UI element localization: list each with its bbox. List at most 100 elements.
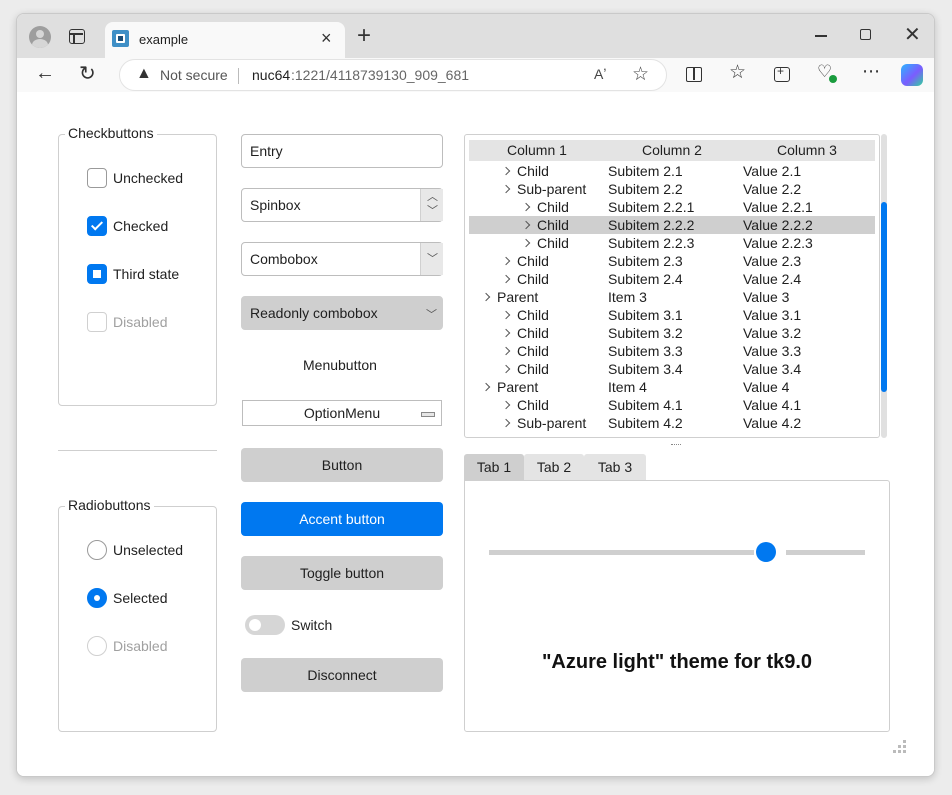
table-row[interactable]: Child Subitem 3.4 Value 3.4 — [469, 360, 875, 378]
spinbox-arrows[interactable]: ︿ ﹀ — [420, 189, 443, 221]
entry-field[interactable]: Entry — [241, 134, 443, 168]
back-icon[interactable]: ← — [35, 62, 55, 85]
tree-cell-column-1: Parent — [497, 289, 539, 305]
optionmenu[interactable]: OptionMenu — [242, 400, 442, 426]
favorite-star-icon[interactable]: ☆ — [632, 63, 649, 86]
favorites-icon[interactable]: ☆ — [729, 61, 746, 84]
collections-icon[interactable]: + — [774, 64, 790, 82]
checkbox-checked-label[interactable]: Checked — [113, 218, 168, 234]
close-button[interactable]: ✕ — [904, 22, 921, 47]
tree-cell-column-1: Child — [517, 307, 549, 323]
treeview-header: Column 1 Column 2 Column 3 — [469, 140, 875, 161]
url-path[interactable]: :1221/4118739130_909_681 — [291, 67, 469, 83]
chevron-right-icon[interactable] — [501, 418, 511, 428]
button[interactable]: Button — [241, 448, 443, 482]
radio-selected[interactable] — [87, 588, 107, 608]
table-row[interactable]: Child Subitem 4.1 Value 4.1 — [469, 396, 875, 414]
refresh-icon[interactable]: ↻ — [79, 61, 96, 86]
accent-button[interactable]: Accent button — [241, 502, 443, 536]
chevron-right-icon[interactable] — [501, 400, 511, 410]
checkbox-unchecked[interactable] — [87, 168, 107, 188]
chevron-right-icon[interactable] — [501, 346, 511, 356]
tab-2[interactable]: Tab 2 — [524, 454, 584, 480]
chevron-right-icon[interactable] — [501, 274, 511, 284]
maximize-button[interactable] — [860, 29, 871, 40]
tree-cell-column-3: Value 2.2 — [743, 181, 802, 197]
table-row[interactable]: Child Subitem 3.2 Value 3.2 — [469, 324, 875, 342]
table-row[interactable]: Child Subitem 2.2.2 Value 2.2.2 — [469, 216, 875, 234]
switch-toggle[interactable] — [245, 615, 285, 635]
table-row[interactable]: Child Subitem 3.3 Value 3.3 — [469, 342, 875, 360]
table-row[interactable]: Child Subitem 2.1 Value 2.1 — [469, 162, 875, 180]
tree-cell-column-2: Subitem 4.1 — [608, 397, 683, 413]
combobox-field[interactable]: Combobox ﹀ — [241, 242, 443, 276]
checkbox-third-state[interactable] — [87, 264, 107, 284]
table-row[interactable]: Sub-parent Subitem 4.2 Value 4.2 — [469, 414, 875, 432]
notebook-panel: "Azure light" theme for tk9.0 — [464, 480, 890, 732]
chevron-right-icon[interactable] — [501, 256, 511, 266]
tab-title: example — [139, 32, 189, 47]
tab-close-icon[interactable]: × — [321, 28, 332, 49]
chevron-right-icon[interactable] — [501, 166, 511, 176]
table-row[interactable]: Child Subitem 2.2.1 Value 2.2.1 — [469, 198, 875, 216]
paned-sash[interactable] — [671, 444, 681, 446]
address-bar[interactable]: ▲ Not secure nuc64 :1221/4118739130_909_… — [119, 59, 667, 91]
more-icon[interactable]: ⋯ — [862, 61, 880, 82]
combobox-arrow[interactable]: ﹀ — [420, 243, 443, 275]
chevron-right-icon[interactable] — [501, 184, 511, 194]
readonly-combobox[interactable]: Readonly combobox ﹀ — [241, 296, 443, 330]
minimize-button[interactable] — [815, 35, 827, 37]
treeview-scrollbar[interactable] — [881, 134, 887, 438]
toggle-button[interactable]: Toggle button — [241, 556, 443, 590]
slider[interactable] — [489, 541, 865, 565]
table-row[interactable]: Parent Item 3 Value 3 — [469, 288, 875, 306]
new-tab-button[interactable]: + — [357, 22, 371, 50]
chevron-right-icon[interactable] — [521, 202, 531, 212]
column-3-header[interactable]: Column 3 — [777, 142, 837, 158]
read-aloud-icon[interactable]: Aʼ — [594, 66, 606, 82]
tree-cell-column-1: Child — [537, 235, 569, 251]
radio-unselected[interactable] — [87, 540, 107, 560]
chevron-down-icon[interactable]: ﹀ — [427, 202, 438, 218]
separator — [58, 450, 217, 451]
table-row[interactable]: Child Subitem 2.3 Value 2.3 — [469, 252, 875, 270]
radio-selected-label[interactable]: Selected — [113, 590, 167, 606]
table-row[interactable]: Child Subitem 2.4 Value 2.4 — [469, 270, 875, 288]
checkbox-third-state-label[interactable]: Third state — [113, 266, 179, 282]
tab-3[interactable]: Tab 3 — [584, 454, 646, 480]
warning-icon[interactable]: ▲ — [136, 65, 152, 83]
browser-tab[interactable]: example × — [105, 22, 345, 58]
checkbox-unchecked-label[interactable]: Unchecked — [113, 170, 183, 186]
tab-1[interactable]: Tab 1 — [464, 454, 524, 480]
spinbox-field[interactable]: Spinbox ︿ ﹀ — [241, 188, 443, 222]
slider-thumb[interactable] — [756, 542, 776, 562]
table-row[interactable]: Parent Item 4 Value 4 — [469, 378, 875, 396]
switch-label[interactable]: Switch — [291, 617, 332, 633]
chevron-right-icon[interactable] — [481, 382, 491, 392]
table-row[interactable]: Child Subitem 2.2.3 Value 2.2.3 — [469, 234, 875, 252]
tree-cell-column-2: Subitem 2.4 — [608, 271, 683, 287]
profile-icon[interactable] — [29, 26, 51, 48]
table-row[interactable]: Child Subitem 3.1 Value 3.1 — [469, 306, 875, 324]
chevron-right-icon[interactable] — [501, 328, 511, 338]
treeview[interactable]: Column 1 Column 2 Column 3 Child Subitem … — [464, 134, 880, 438]
column-2-header[interactable]: Column 2 — [642, 142, 702, 158]
table-row[interactable]: Sub-parent Subitem 2.2 Value 2.2 — [469, 180, 875, 198]
chevron-right-icon[interactable] — [521, 220, 531, 230]
security-label[interactable]: Not secure — [160, 67, 228, 83]
tree-cell-column-1: Child — [517, 163, 549, 179]
radio-unselected-label[interactable]: Unselected — [113, 542, 183, 558]
chevron-right-icon[interactable] — [521, 238, 531, 248]
chevron-right-icon[interactable] — [481, 292, 491, 302]
url-host[interactable]: nuc64 — [252, 67, 290, 83]
chevron-right-icon[interactable] — [501, 310, 511, 320]
column-1-header[interactable]: Column 1 — [507, 142, 567, 158]
menubutton[interactable]: Menubutton — [303, 357, 377, 373]
tab-actions-icon[interactable] — [69, 29, 85, 44]
copilot-icon[interactable] — [901, 64, 923, 86]
disconnect-button[interactable]: Disconnect — [241, 658, 443, 692]
split-screen-icon[interactable] — [686, 67, 702, 82]
checkbox-checked[interactable] — [87, 216, 107, 236]
chevron-right-icon[interactable] — [501, 364, 511, 374]
resize-grip-icon[interactable] — [893, 740, 909, 756]
